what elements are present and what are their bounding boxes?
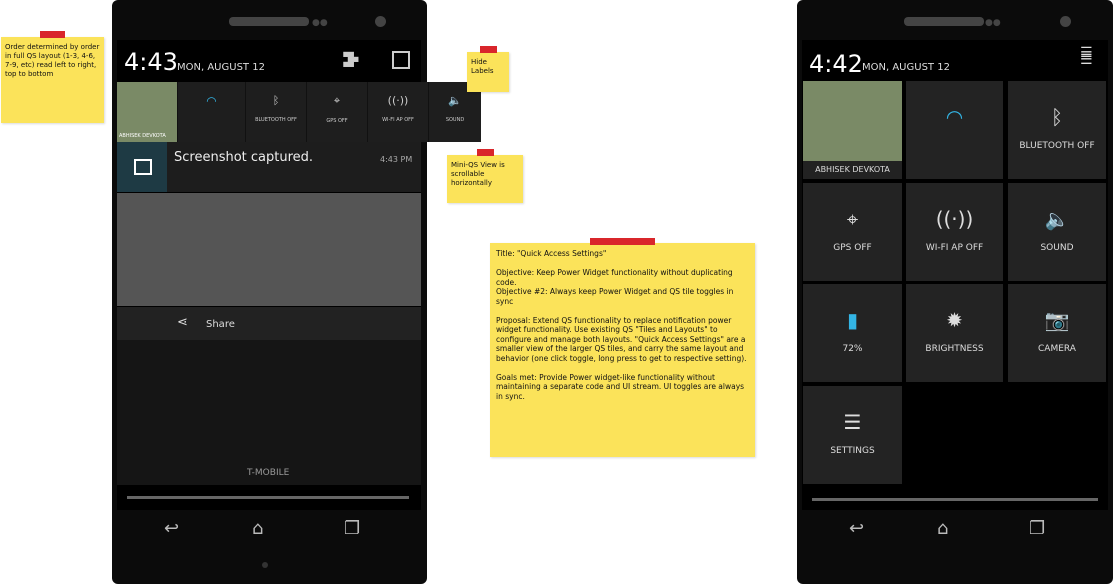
settings-icon: ☰: [843, 410, 862, 434]
wifi-icon: ◠: [945, 105, 964, 129]
quick-settings-panel: 4:42 MON, AUGUST 12 ☰ ☰ ABHISEK DEVKOTA ◠ ᛒ…: [802, 40, 1108, 510]
back-icon[interactable]: ↩: [164, 518, 179, 539]
notification-time: 4:43 PM: [380, 155, 413, 164]
tile-label: 72%: [842, 344, 863, 354]
date: MON, AUGUST 12: [862, 62, 950, 73]
camera-icon: 📷: [1044, 308, 1070, 332]
brightness-icon: ✹: [946, 308, 963, 332]
screenshot-preview[interactable]: [117, 193, 421, 306]
tile-label: BRIGHTNESS: [925, 344, 984, 354]
tile-label: WI-FI AP OFF: [925, 243, 984, 253]
drag-handle[interactable]: [812, 498, 1098, 501]
carrier-label: T-MOBILE: [247, 468, 290, 478]
tile-label: GPS OFF: [833, 243, 872, 253]
notification[interactable]: Screenshot captured. 4:43 PM: [117, 142, 421, 192]
tape: [477, 149, 494, 156]
wifi-tile[interactable]: ◠: [178, 82, 245, 142]
camera-tile[interactable]: 📷 CAMERA: [1008, 284, 1106, 382]
sound-icon: 🔈: [448, 94, 462, 107]
clock: 4:43: [124, 48, 178, 76]
gps-icon: ⌖: [846, 207, 859, 231]
hotspot-icon: ((·)): [935, 207, 974, 231]
image-icon: [134, 159, 152, 175]
home-icon[interactable]: ⌂: [252, 518, 263, 539]
recents-icon[interactable]: ❐: [344, 518, 360, 539]
battery-icon: ▮: [846, 308, 858, 332]
sticky-note-proposal: Title: "Quick Access Settings" Objective…: [490, 243, 755, 457]
wifi-tile[interactable]: ◠: [906, 81, 1003, 179]
mini-quick-settings[interactable]: ABHISEK DEVKOTA ◠ ᛒ BLUETOOTH OFF ⌖ GPS OF…: [117, 82, 481, 142]
hotspot-tile[interactable]: ((·)) WI-FI AP OFF: [368, 82, 428, 142]
share-icon: ⋖: [177, 315, 188, 330]
tape: [40, 31, 65, 38]
notification-title: Screenshot captured.: [174, 150, 314, 165]
tape: [590, 238, 655, 245]
tile-label: CAMERA: [1038, 344, 1076, 354]
bluetooth-tile[interactable]: ᛒ BLUETOOTH OFF: [1008, 81, 1106, 179]
home-icon[interactable]: ⌂: [937, 518, 948, 539]
share-label: Share: [206, 319, 235, 330]
notifications-toggle-icon[interactable]: ☰ ☰: [1080, 46, 1093, 67]
tile-label: BLUETOOTH OFF: [1019, 141, 1095, 151]
date: MON, AUGUST 12: [177, 62, 265, 73]
quick-settings-toggle-icon[interactable]: [392, 51, 410, 69]
tape: [480, 46, 497, 53]
battery-tile[interactable]: ▮ 72%: [803, 284, 902, 382]
gps-tile[interactable]: ⌖ GPS OFF: [803, 183, 902, 281]
sound-tile[interactable]: 🔈 SOUND: [1008, 183, 1106, 281]
recents-icon[interactable]: ❐: [1029, 518, 1045, 539]
drag-handle[interactable]: [127, 496, 409, 499]
settings-tile[interactable]: ☰ SETTINGS: [803, 386, 902, 484]
user-name: ABHISEK DEVKOTA: [803, 161, 902, 179]
sticky-note-hide-labels: Hide Labels: [467, 52, 509, 92]
gps-tile[interactable]: ⌖ GPS OFF: [307, 82, 367, 142]
clock: 4:42: [809, 50, 863, 78]
tile-label: SOUND: [1040, 243, 1074, 253]
tile-label: SETTINGS: [830, 446, 875, 456]
back-icon[interactable]: ↩: [849, 518, 864, 539]
sound-icon: 🔈: [1044, 207, 1070, 231]
user-tile[interactable]: ABHISEK DEVKOTA: [117, 82, 177, 142]
bluetooth-icon: ᛒ: [1051, 105, 1063, 129]
sticky-note-order: Order determined by order in full QS lay…: [1, 37, 104, 123]
wifi-icon: ◠: [206, 94, 217, 108]
bluetooth-tile[interactable]: ᛒ BLUETOOTH OFF: [246, 82, 306, 142]
share-button[interactable]: ⋖ Share: [117, 307, 421, 340]
right-phone: ●● 4:42 MON, AUGUST 12 ☰ ☰ ABHISEK DEVKOT…: [797, 0, 1113, 584]
hotspot-icon: ((·)): [387, 94, 409, 107]
notification-clear-icon[interactable]: ▬ ▬ ▬: [342, 47, 360, 71]
hotspot-tile[interactable]: ((·)) WI-FI AP OFF: [906, 183, 1003, 281]
brightness-tile[interactable]: ✹ BRIGHTNESS: [906, 284, 1003, 382]
bluetooth-icon: ᛒ: [272, 94, 280, 107]
avatar-tile[interactable]: ABHISEK DEVKOTA: [803, 81, 902, 179]
sticky-note-mini-qs: Mini-QS View is scrollable horizontally: [447, 155, 523, 203]
gps-icon: ⌖: [333, 94, 341, 107]
